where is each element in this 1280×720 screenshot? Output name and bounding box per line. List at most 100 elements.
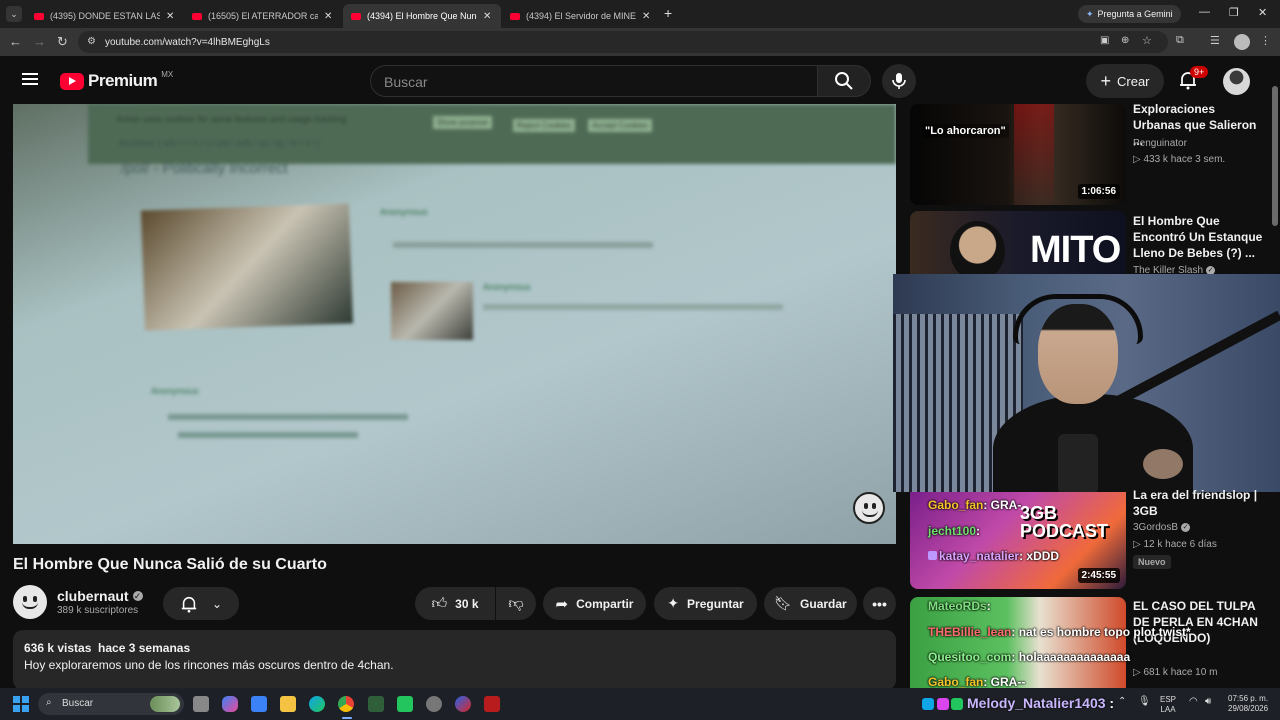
- close-tab-icon[interactable]: ✕: [324, 11, 332, 22]
- subscribe-bell-button[interactable]: ⌄: [163, 587, 239, 620]
- like-button[interactable]: 👍︎ 30 k: [415, 587, 495, 620]
- browser-tab-active[interactable]: (4394) El Hombre Que Nunca S ✕: [343, 4, 501, 28]
- bookmark-star-icon[interactable]: ☆: [1142, 34, 1152, 47]
- bell-icon: [181, 596, 197, 613]
- chat-badge-icon: [928, 551, 937, 560]
- app-icon[interactable]: [484, 696, 500, 712]
- copilot-icon[interactable]: [222, 696, 238, 712]
- reading-list-icon[interactable]: ☰: [1210, 34, 1220, 47]
- search-icon: ⌕: [46, 697, 52, 708]
- account-avatar[interactable]: [1223, 68, 1250, 95]
- channel-avatar[interactable]: [13, 585, 47, 619]
- browser-tab[interactable]: (16505) El ATERRADOR caso de ✕: [184, 4, 342, 28]
- notification-badge: 9+: [1190, 66, 1209, 78]
- gemini-icon: ✦: [1086, 8, 1094, 19]
- save-button[interactable]: 🔖︎ Guardar: [764, 587, 857, 620]
- more-actions-button[interactable]: •••: [863, 587, 896, 620]
- close-window-button[interactable]: ✕: [1258, 6, 1267, 19]
- close-tab-icon[interactable]: ✕: [483, 11, 491, 22]
- browser-tab[interactable]: (4395) DONDE ESTAN LAS RUBI ✕: [26, 4, 184, 28]
- gemini-button[interactable]: ✦ Pregunta a Gemini: [1078, 5, 1181, 23]
- taskbar-search[interactable]: ⌕ Buscar: [38, 693, 184, 715]
- description-box[interactable]: 636 k vistas hace 3 semanas Hoy explorar…: [13, 630, 896, 690]
- reload-icon[interactable]: ↻: [57, 34, 68, 50]
- microphone-icon[interactable]: 🎙︎: [1138, 696, 1151, 707]
- volume-icon[interactable]: 🔊︎: [1205, 696, 1211, 707]
- share-button[interactable]: ➦ Compartir: [543, 587, 646, 620]
- back-arrow-icon[interactable]: ←: [9, 34, 22, 49]
- emoji-sticker-icon: [853, 492, 885, 524]
- sidebar-video-title[interactable]: La era del friendslop | 3GB: [1133, 487, 1263, 519]
- site-info-icon[interactable]: ⚙: [87, 36, 96, 47]
- task-view-icon[interactable]: [193, 696, 209, 712]
- new-badge: Nuevo: [1133, 555, 1171, 569]
- zoom-icon[interactable]: ⊕: [1121, 35, 1129, 46]
- windows-start-icon[interactable]: [13, 696, 29, 712]
- subscriber-count: 389 k suscriptores: [57, 605, 139, 616]
- sidebar-video-thumbnail[interactable]: "Lo ahorcaron" 1:06:56: [910, 104, 1126, 205]
- clock[interactable]: 07:56 p. m. 29/08/2026: [1228, 694, 1268, 714]
- minimize-button[interactable]: —: [1199, 6, 1210, 18]
- active-app-indicator: [342, 717, 352, 719]
- microphone-icon: [892, 73, 906, 89]
- profile-avatar[interactable]: [1234, 34, 1250, 50]
- edge-icon[interactable]: [309, 696, 325, 712]
- browser-tab[interactable]: (4394) El Servidor de MINECRA ✕: [502, 4, 660, 28]
- close-tab-icon[interactable]: ✕: [166, 11, 174, 22]
- dislike-button[interactable]: 👎︎: [496, 587, 536, 620]
- stream-overlay-username: Melody_Natalier1403 :: [967, 695, 1115, 711]
- cast-icon[interactable]: ▣: [1100, 35, 1109, 46]
- tray-icon[interactable]: [937, 698, 949, 710]
- search-button[interactable]: [817, 65, 871, 97]
- ask-button[interactable]: ✦ Preguntar: [654, 587, 757, 620]
- tray-icon[interactable]: [922, 698, 934, 710]
- chrome-icon[interactable]: [338, 696, 354, 712]
- sidebar-video-thumbnail[interactable]: MITO: [910, 211, 1126, 274]
- tray-chevron-icon[interactable]: ⌃: [1118, 696, 1126, 707]
- green-app-icon[interactable]: [397, 696, 413, 712]
- language-indicator[interactable]: ESP LAA: [1160, 695, 1176, 715]
- youtube-logo[interactable]: Premium MX: [60, 70, 173, 91]
- extensions-icon[interactable]: ⧉: [1176, 34, 1184, 47]
- sidebar-channel-name[interactable]: Penguinator: [1133, 138, 1187, 149]
- voice-search-button[interactable]: [882, 64, 916, 98]
- youtube-header: Premium MX Buscar + Crear 9+: [0, 56, 1280, 104]
- new-tab-button[interactable]: +: [664, 5, 672, 21]
- tray-icon[interactable]: [951, 698, 963, 710]
- search-input[interactable]: Buscar: [370, 65, 818, 97]
- chat-message: MateoRDs:: [928, 599, 991, 613]
- file-explorer-icon[interactable]: [280, 696, 296, 712]
- sidebar-channel-name[interactable]: 3GordosB ✓: [1133, 522, 1191, 533]
- verified-icon: ✓: [1181, 523, 1191, 532]
- channel-name[interactable]: clubernaut ✓: [57, 588, 143, 604]
- video-duration: 2:45:55: [1077, 568, 1120, 583]
- address-bar-row: ← → ↻ ⚙ youtube.com/watch?v=4lhBMEghgLs …: [0, 28, 1280, 56]
- create-button[interactable]: + Crear: [1086, 64, 1164, 98]
- forward-arrow-icon[interactable]: →: [33, 34, 46, 49]
- tab-search-icon[interactable]: ⌄: [6, 6, 22, 22]
- sidebar-video-meta: ▷ 433 k hace 3 sem.: [1133, 154, 1226, 165]
- url-field[interactable]: ⚙ youtube.com/watch?v=4lhBMEghgLs ▣ ⊕ ☆: [78, 31, 1168, 53]
- xbox-icon[interactable]: [368, 696, 384, 712]
- windows-taskbar: ⌕ Buscar Melody_Natalier1403 : ⌃ 🎙︎ ESP L…: [0, 688, 1280, 720]
- sidebar-video-meta: ▷ 12 k hace 6 días: [1133, 539, 1217, 550]
- browser-menu-icon[interactable]: ⋮: [1260, 34, 1271, 47]
- streamer-webcam-overlay: [893, 274, 1280, 492]
- chat-message: jecht100:: [928, 524, 981, 538]
- chevron-down-icon: ⌄: [211, 596, 223, 611]
- notifications-button[interactable]: 9+: [1178, 66, 1209, 95]
- store-icon[interactable]: [251, 696, 267, 712]
- wifi-icon[interactable]: ◠: [1189, 696, 1198, 707]
- bookmark-icon: 🔖︎: [774, 595, 793, 611]
- app-icon[interactable]: [455, 696, 471, 712]
- chat-message: THEBillie_lean: nat es hombre topo plot …: [928, 625, 1191, 639]
- app-icon[interactable]: [426, 696, 442, 712]
- video-player[interactable]: 4chan uses cookies for some features and…: [13, 104, 896, 544]
- hamburger-menu-icon[interactable]: [22, 73, 38, 85]
- restore-button[interactable]: ❐: [1229, 6, 1239, 19]
- youtube-favicon-icon: [510, 12, 520, 20]
- page-scrollbar[interactable]: [1272, 86, 1278, 226]
- sidebar-video-title[interactable]: El Hombre Que Encontró Un Estanque Lleno…: [1133, 213, 1263, 261]
- more-horizontal-icon: •••: [872, 595, 887, 612]
- close-tab-icon[interactable]: ✕: [642, 11, 650, 22]
